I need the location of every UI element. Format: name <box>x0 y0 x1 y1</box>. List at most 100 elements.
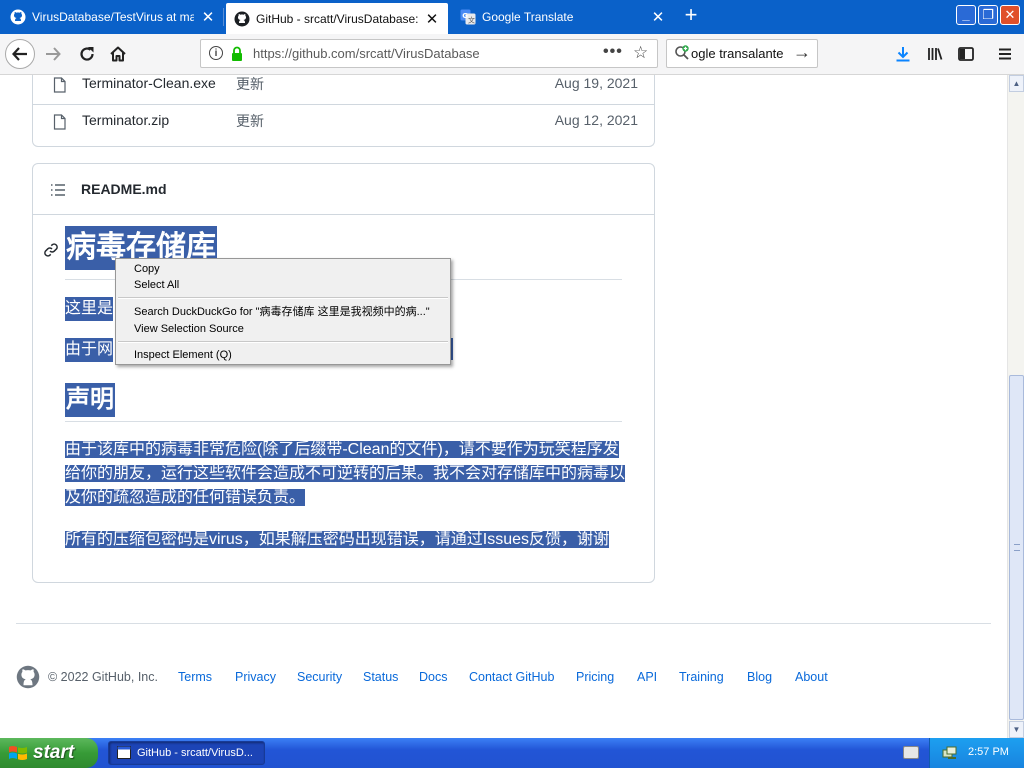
search-engine-icon <box>674 45 690 66</box>
disclaimer-text: 由于该库中的病毒非常危险(除了后缀带-Clean的文件)，请不要作为玩笑程序发给… <box>65 441 626 506</box>
tab-virusdatabase-testvirus[interactable]: VirusDatabase/TestVirus at maste ✕ <box>2 2 224 32</box>
search-input[interactable]: ogle transalante <box>691 46 784 61</box>
readme-paragraph-disclaimer: 由于该库中的病毒非常危险(除了后缀带-Clean的文件)，请不要作为玩笑程序发给… <box>65 438 626 510</box>
home-button[interactable] <box>103 39 133 69</box>
vertical-scrollbar[interactable]: ▲ ▼ <box>1007 75 1024 738</box>
file-name-link[interactable]: Terminator-Clean.exe <box>82 75 216 91</box>
footer-divider <box>16 623 991 624</box>
tab-label: VirusDatabase/TestVirus at maste <box>32 10 194 24</box>
commit-message-link[interactable]: 更新 <box>236 111 264 131</box>
file-icon <box>53 77 66 96</box>
footer: © 2022 GitHub, Inc. Terms Privacy Securi… <box>16 665 996 689</box>
readme-filename: README.md <box>81 181 167 197</box>
address-bar[interactable]: i https://github.com/srcatt/VirusDatabas… <box>200 39 658 68</box>
footer-link-contact[interactable]: Contact GitHub <box>469 670 554 684</box>
menu-separator <box>118 341 448 343</box>
scroll-down-arrow-icon[interactable]: ▼ <box>1009 721 1024 738</box>
file-list: Terminator-Clean.exe 更新 Aug 19, 2021 Ter… <box>32 75 655 147</box>
table-of-contents-icon[interactable] <box>50 183 66 201</box>
start-label: start <box>33 742 75 763</box>
browser-window-icon <box>117 746 131 759</box>
taskbar-button-firefox[interactable]: GitHub - srcatt/VirusD... <box>108 741 265 765</box>
scroll-up-arrow-icon[interactable]: ▲ <box>1009 75 1024 92</box>
new-tab-button[interactable]: + <box>680 4 702 28</box>
keyboard-icon[interactable] <box>903 746 919 759</box>
readme-header: README.md <box>33 164 654 215</box>
menu-separator <box>118 297 448 299</box>
back-arrow-icon <box>12 47 27 61</box>
anchor-link-icon[interactable] <box>43 242 59 263</box>
close-tab-icon[interactable]: ✕ <box>650 8 666 26</box>
tab-strip: VirusDatabase/TestVirus at maste ✕ GitHu… <box>0 0 1024 34</box>
footer-link-docs[interactable]: Docs <box>419 670 447 684</box>
menu-item-copy[interactable]: Copy <box>134 261 160 277</box>
navigation-toolbar: i https://github.com/srcatt/VirusDatabas… <box>0 34 1024 75</box>
tab-label: GitHub - srcatt/VirusDatabase: My <box>256 11 418 26</box>
google-translate-icon: G文 <box>460 9 476 25</box>
footer-link-about[interactable]: About <box>795 670 828 684</box>
library-icon[interactable] <box>924 43 946 65</box>
github-icon <box>10 9 26 25</box>
subheading-divider <box>65 421 622 422</box>
footer-link-security[interactable]: Security <box>297 670 342 684</box>
footer-link-privacy[interactable]: Privacy <box>235 670 276 684</box>
home-icon <box>110 46 126 62</box>
reload-icon <box>80 47 94 61</box>
tab-label: Google Translate <box>482 10 574 24</box>
tab-github-virusdatabase[interactable]: GitHub - srcatt/VirusDatabase: My ✕ <box>226 3 448 34</box>
copyright-text: © 2022 GitHub, Inc. <box>48 670 158 684</box>
commit-date: Aug 12, 2021 <box>554 112 638 128</box>
scrollbar-thumb[interactable] <box>1009 375 1024 720</box>
footer-link-training[interactable]: Training <box>679 670 724 684</box>
lock-icon <box>231 46 243 67</box>
footer-link-terms[interactable]: Terms <box>178 670 212 684</box>
bookmark-star-icon[interactable]: ☆ <box>633 43 648 63</box>
tab-google-translate[interactable]: G文 Google Translate ✕ <box>452 2 674 32</box>
footer-link-status[interactable]: Status <box>363 670 398 684</box>
minimize-button[interactable]: _ <box>956 5 976 25</box>
search-go-icon[interactable]: → <box>793 42 811 63</box>
menu-item-select-all[interactable]: Select All <box>134 277 179 293</box>
readme-box: README.md 病毒存储库 这里是 由于网 声明 由于该库中的病毒非常危险(… <box>32 163 655 583</box>
menu-item-search-duckduckgo[interactable]: Search DuckDuckGo for "病毒存储库 这里是我视频中的病..… <box>134 304 430 320</box>
file-row[interactable]: Terminator-Clean.exe 更新 Aug 19, 2021 <box>33 75 654 105</box>
readme-paragraph-network: 由于网 <box>65 338 114 362</box>
svg-text:文: 文 <box>468 16 475 25</box>
maximize-button[interactable]: ❐ <box>978 5 998 25</box>
footer-link-blog[interactable]: Blog <box>747 670 772 684</box>
close-window-button[interactable]: ✕ <box>1000 5 1020 25</box>
commit-date: Aug 19, 2021 <box>554 75 638 91</box>
password-text: 所有的压缩包密码是virus，如果解压密码出现错误，请通过Issues反馈，谢谢 <box>65 531 610 548</box>
reload-button[interactable] <box>72 39 102 69</box>
readme-subheading: 声明 <box>65 383 115 417</box>
forward-arrow-icon <box>46 47 61 61</box>
network-icon[interactable] <box>942 745 958 766</box>
page-content: Terminator-Clean.exe 更新 Aug 19, 2021 Ter… <box>0 75 1007 738</box>
taskbar-button-label: GitHub - srcatt/VirusD... <box>137 747 253 759</box>
forward-button[interactable] <box>38 39 68 69</box>
downloads-icon[interactable] <box>892 43 914 65</box>
url-text[interactable]: https://github.com/srcatt/VirusDatabase <box>253 46 480 61</box>
scrollbar-grip <box>1014 544 1020 551</box>
footer-link-api[interactable]: API <box>637 670 657 684</box>
menu-item-view-selection-source[interactable]: View Selection Source <box>134 321 244 337</box>
taskbar: start GitHub - srcatt/VirusD... 2:57 PM <box>0 738 1024 768</box>
search-bar[interactable]: ogle transalante → <box>666 39 818 68</box>
readme-paragraph-password: 所有的压缩包密码是virus，如果解压密码出现错误，请通过Issues反馈，谢谢 <box>65 528 610 552</box>
close-tab-icon[interactable]: ✕ <box>424 10 440 28</box>
start-button[interactable]: start <box>0 738 98 768</box>
close-tab-icon[interactable]: ✕ <box>200 8 216 26</box>
sidebar-icon[interactable] <box>955 43 977 65</box>
menu-icon[interactable] <box>994 43 1016 65</box>
github-logo-icon[interactable] <box>16 665 40 692</box>
file-row[interactable]: Terminator.zip 更新 Aug 12, 2021 <box>33 104 654 140</box>
file-name-link[interactable]: Terminator.zip <box>82 112 169 128</box>
menu-item-inspect-element[interactable]: Inspect Element (Q) <box>134 347 232 363</box>
system-tray: 2:57 PM <box>929 738 1024 768</box>
page-actions-icon[interactable]: ••• <box>603 43 623 61</box>
context-menu: Copy Select All Search DuckDuckGo for "病… <box>115 258 451 365</box>
back-button[interactable] <box>5 39 35 69</box>
footer-link-pricing[interactable]: Pricing <box>576 670 614 684</box>
site-info-icon[interactable]: i <box>209 46 223 60</box>
commit-message-link[interactable]: 更新 <box>236 75 264 94</box>
